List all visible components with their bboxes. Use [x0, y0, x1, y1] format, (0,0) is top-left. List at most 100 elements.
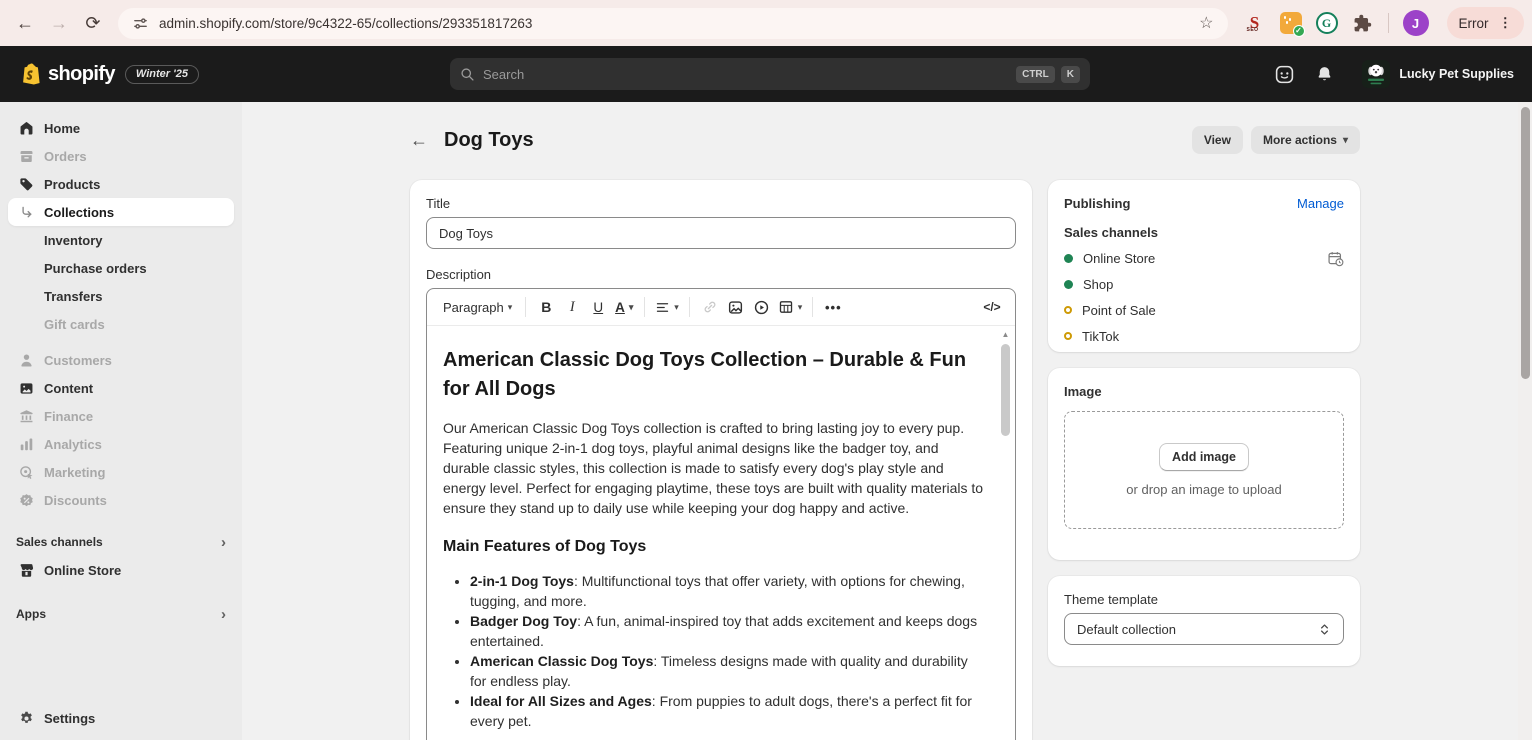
schedule-calendar-icon[interactable] [1327, 250, 1344, 267]
subarrow-icon [16, 202, 36, 222]
alignment-button[interactable]: ▾ [652, 294, 682, 320]
winter-25-badge: Winter '25 [124, 64, 199, 84]
editor-content[interactable]: American Classic Dog Toys Collection – D… [427, 326, 1015, 740]
editor-scrollbar[interactable]: ▲ [1000, 330, 1011, 740]
sidebar-item-finance[interactable]: Finance [8, 402, 234, 430]
sidebar-item-label: Inventory [44, 232, 103, 248]
finance-icon [16, 406, 36, 426]
browser-profile-avatar[interactable]: J [1402, 10, 1429, 36]
sidebar-item-gift-cards[interactable]: Gift cards [8, 310, 234, 338]
sidebar-item-label: Transfers [44, 288, 103, 304]
bold-button[interactable]: B [533, 294, 559, 320]
sidebar-item-content[interactable]: Content [8, 374, 234, 402]
link-button[interactable] [697, 294, 723, 320]
sidebar-item-label: Orders [44, 148, 87, 164]
sales-channels-header[interactable]: Sales channels › [8, 528, 234, 556]
theme-template-select[interactable]: Default collection [1064, 613, 1344, 645]
sidebar-item-transfers[interactable]: Transfers [8, 282, 234, 310]
browser-forward-button[interactable]: → [42, 6, 76, 40]
notifications-bell-icon[interactable] [1315, 65, 1334, 84]
drop-hint-text: or drop an image to upload [1126, 482, 1282, 497]
browser-menu-icon[interactable]: ⋮ [1499, 16, 1513, 30]
apps-header[interactable]: Apps › [8, 600, 234, 628]
icon-spacer [16, 286, 36, 306]
browser-extensions: S SEO ✓ G J [1244, 10, 1429, 37]
sidebar-item-products[interactable]: Products [8, 170, 234, 198]
sales-channels-nav: Online Store [0, 556, 242, 584]
select-updown-icon [1321, 623, 1328, 635]
channel-row-online-store: Online Store [1064, 250, 1344, 266]
more-options-button[interactable]: ••• [820, 294, 846, 320]
browser-error-button[interactable]: Error ⋮ [1446, 7, 1524, 39]
search-input[interactable] [483, 66, 1011, 82]
sidebar-item-label: Finance [44, 408, 94, 424]
sidebar-item-inventory[interactable]: Inventory [8, 226, 234, 254]
insert-table-button[interactable]: ▾ [775, 294, 806, 320]
sidebar-item-label: Online Store [44, 562, 122, 578]
sidebar-item-label: Products [44, 176, 101, 192]
manage-link[interactable]: Manage [1297, 196, 1344, 211]
store-account-chip[interactable]: Lucky Pet Supplies [1354, 56, 1522, 92]
sidebar-item-purchase-orders[interactable]: Purchase orders [8, 254, 234, 282]
channel-name: Shop [1083, 276, 1114, 292]
title-input[interactable] [426, 217, 1016, 249]
sidebar-item-collections[interactable]: Collections [8, 198, 234, 226]
add-image-button[interactable]: Add image [1159, 443, 1249, 471]
sidebar-item-marketing[interactable]: Marketing [8, 458, 234, 486]
underline-button[interactable]: U [585, 294, 611, 320]
sidebar-item-home[interactable]: Home [8, 114, 234, 142]
shopify-logo[interactable]: shopify Winter '25 [20, 62, 199, 86]
icon-spacer [16, 314, 36, 334]
address-bar[interactable]: admin.shopify.com/store/9c4322-65/collec… [117, 7, 1228, 39]
bookmark-star-icon[interactable]: ☆ [1199, 13, 1213, 33]
channel-row-tiktok: TikTok [1064, 328, 1344, 344]
divider [1387, 13, 1389, 33]
channel-row-shop: Shop [1064, 276, 1344, 292]
view-button[interactable]: View [1191, 126, 1243, 154]
publishing-title: Publishing [1064, 196, 1131, 211]
image-title: Image [1064, 384, 1102, 399]
code-view-button[interactable]: </> [979, 294, 1005, 320]
shopify-bag-icon [23, 63, 40, 85]
url-text[interactable]: admin.shopify.com/store/9c4322-65/collec… [159, 16, 533, 31]
orders-icon [16, 146, 36, 166]
extensions-puzzle-icon[interactable] [1352, 12, 1374, 34]
sidebar-item-customers[interactable]: Customers [8, 346, 234, 374]
sales-channels-subtitle: Sales channels [1064, 225, 1158, 240]
sidebar-item-analytics[interactable]: Analytics [8, 430, 234, 458]
browser-back-button[interactable]: ← [8, 6, 42, 40]
browser-reload-button[interactable]: ⟳ [76, 6, 110, 40]
kbd-k: K [1060, 65, 1080, 83]
sidekick-icon[interactable] [1274, 64, 1295, 85]
back-arrow-icon[interactable]: ← [410, 130, 428, 151]
grammarly-extension-icon[interactable]: G [1315, 12, 1338, 34]
store-icon [16, 560, 36, 580]
insert-video-button[interactable] [749, 294, 775, 320]
seo-extension-icon[interactable]: S SEO [1244, 12, 1266, 34]
text-color-button[interactable]: A ▾ [611, 294, 637, 320]
browser-toolbar: ← → ⟳ admin.shopify.com/store/9c4322-65/… [0, 0, 1532, 46]
scroll-up-arrow-icon[interactable]: ▲ [1000, 330, 1011, 340]
image-dropzone[interactable]: Add image or drop an image to upload [1064, 411, 1344, 529]
editor-intro-paragraph: Our American Classic Dog Toys collection… [443, 420, 984, 516]
editor-scrollbar-thumb[interactable] [1001, 344, 1010, 436]
page-scrollbar-thumb[interactable] [1521, 107, 1530, 379]
more-actions-button[interactable]: More actions ▾ [1250, 126, 1360, 154]
image-card: Image Add image or drop an image to uplo… [1048, 368, 1360, 560]
sidebar-item-discounts[interactable]: Discounts [8, 486, 234, 514]
site-settings-icon[interactable] [132, 15, 149, 32]
sidebar-item-label: Gift cards [44, 316, 105, 332]
sidebar-item-online-store[interactable]: Online Store [8, 556, 234, 584]
toolbar-divider [688, 297, 690, 317]
italic-button[interactable]: I [559, 294, 585, 320]
sidebar-item-settings[interactable]: Settings [8, 704, 234, 732]
sidebar: Home Orders Products Collections Inventory Pu… [0, 102, 242, 740]
sidebar-item-orders[interactable]: Orders [8, 142, 234, 170]
editor-features-heading: Main Features of Dog Toys [443, 538, 647, 555]
insert-image-button[interactable] [723, 294, 749, 320]
page-scrollbar[interactable] [1518, 102, 1532, 740]
store-name: Lucky Pet Supplies [1399, 67, 1514, 81]
paragraph-style-dropdown[interactable]: Paragraph ▾ [437, 294, 518, 320]
global-search[interactable]: CTRL K [450, 58, 1090, 90]
orange-extension-icon[interactable]: ✓ [1279, 12, 1305, 37]
